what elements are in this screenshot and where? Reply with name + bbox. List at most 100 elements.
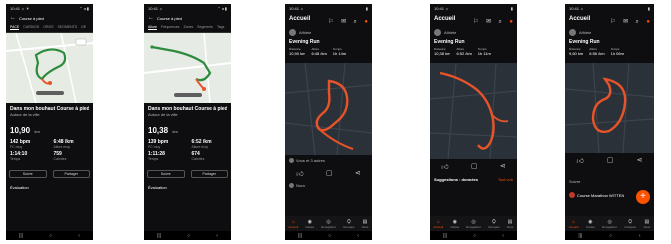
stat-pace: 6:48 /km Allure moy [53,139,74,149]
home-icon[interactable]: ○ [187,233,190,239]
search-icon[interactable]: ⌕ [354,19,357,25]
chat-icon[interactable]: ✉ [486,19,491,25]
activity-title[interactable]: Evening Run [434,39,513,45]
kudos-thumb-icon[interactable]: 👍︎ [441,162,448,171]
tab-tags[interactable]: Tags [217,25,224,30]
tab-strip: Allure Fréquences Zones Segments Tags [144,23,231,33]
section-evaluation: Évaluation [10,185,29,190]
tab-you[interactable]: ▤ Vous [644,219,651,229]
chat-icon[interactable]: ✉ [341,19,346,25]
route-map[interactable] [565,63,654,153]
back-icon[interactable]: ‹ [78,233,80,239]
route-map[interactable] [430,63,517,159]
follow-button[interactable]: Suivre [9,170,47,178]
tab-you[interactable]: ▤ Vous [507,219,514,229]
tab-de[interactable]: DE [81,25,86,30]
kudos-thumb-icon[interactable]: 👍︎ [296,169,303,178]
back-icon[interactable]: ‹ [639,233,641,239]
stat-time: 1h 11m [477,51,491,56]
see-all-link[interactable]: Tout voir [498,177,513,182]
tab-maps[interactable]: ◉ Cartes [586,219,595,229]
home-icon[interactable]: ○ [473,233,476,239]
tab-record[interactable]: ◎ Enregistrer [466,219,481,229]
route-map[interactable] [285,63,372,155]
comment-icon[interactable]: ▢ [471,162,478,171]
share-button[interactable]: Partager [52,170,90,178]
back-icon[interactable]: ‹ [502,233,504,239]
tab-zones[interactable]: Zones [183,25,193,30]
search-icon[interactable]: ⌕ [499,19,502,25]
tab-home[interactable]: ⌂ Accueil [434,219,444,229]
tab-pace[interactable]: PACE [10,25,20,30]
share-icon[interactable]: ⋖ [637,156,643,165]
notifications-icon[interactable]: ● [509,19,513,25]
tab-maps[interactable]: ◉ Cartes [305,219,314,229]
activity-title[interactable]: Evening Run [289,39,368,45]
tab-orgs[interactable]: ORGS [43,25,53,30]
tab-you[interactable]: ▤ Vous [362,219,369,229]
avatar[interactable] [569,29,576,36]
system-nav-bar: ||| ○ ‹ [6,231,93,240]
route-map-svg [430,63,517,159]
avatar[interactable] [289,29,296,36]
tab-segments[interactable]: SEGMENTS [58,25,78,30]
chat-icon[interactable]: ✉ [623,19,628,25]
end-marker [48,81,52,85]
status-icons: ⌃ ◂ ▮ [217,6,227,11]
kudos-text[interactable]: Vous et 3 autres [296,158,325,163]
page-title: Accueil [289,16,311,22]
back-icon[interactable]: ‹ [357,233,359,239]
stat-pace: 6:48 /km [311,51,327,56]
user-name[interactable]: Athlete [579,30,591,35]
route-map[interactable] [144,33,231,103]
status-time: 10:41 ☼ [569,6,584,11]
club-avatar[interactable] [569,192,575,198]
recents-icon[interactable]: ||| [19,233,23,239]
tab-groups[interactable]: ⛭ Groupes [343,219,355,229]
app-header: Accueil ⚐ ✉ ⌕ ● [430,13,517,25]
club-name[interactable]: Course Marathon WITTEN [577,193,624,198]
comment-icon[interactable]: ▢ [326,169,333,178]
tab-maps[interactable]: ◉ Cartes [450,219,459,229]
back-arrow-icon[interactable]: ← [10,15,16,21]
activity-title[interactable]: Evening Run [569,39,650,45]
notifications-icon[interactable]: ● [364,19,368,25]
recents-icon[interactable]: ||| [443,233,447,239]
tab-allure[interactable]: Allure [148,25,157,30]
add-post-button[interactable]: + [636,190,650,204]
tab-home[interactable]: ⌂ Accueil [569,219,579,229]
recents-icon[interactable]: ||| [578,233,582,239]
notifications-icon[interactable]: ● [646,19,650,25]
tab-groups[interactable]: ⛭ Groupes [624,219,636,229]
kudos-thumb-icon[interactable]: 👍︎ [577,156,584,165]
tab-cardios[interactable]: CARDIOS [23,25,39,30]
back-icon[interactable]: ‹ [216,233,218,239]
share-icon[interactable]: ⋖ [500,162,506,171]
avatar[interactable] [434,29,441,36]
comment-icon[interactable]: ▢ [607,156,614,165]
challenges-icon[interactable]: ⚐ [610,19,615,25]
tab-home[interactable]: ⌂ Accueil [289,219,299,229]
back-arrow-icon[interactable]: ← [148,15,154,21]
home-icon[interactable]: ○ [609,233,612,239]
user-name[interactable]: Athlete [444,30,456,35]
tab-groups[interactable]: ⛭ Groupes [488,219,500,229]
share-icon[interactable]: ⋖ [355,169,361,178]
start-marker [150,45,154,49]
recents-icon[interactable]: ||| [157,233,161,239]
challenges-icon[interactable]: ⚐ [473,19,478,25]
user-name[interactable]: Athlete [299,30,311,35]
recents-icon[interactable]: ||| [298,233,302,239]
home-icon[interactable]: ○ [328,233,331,239]
search-icon[interactable]: ⌕ [636,19,639,25]
tab-record[interactable]: ◎ Enregistrer [602,219,617,229]
share-button[interactable]: Partager [190,170,228,178]
header-title: Course à pied [19,15,44,21]
tab-segments[interactable]: Segments [197,25,213,30]
tab-record[interactable]: ◎ Enregistrer [321,219,336,229]
route-map[interactable] [6,33,93,103]
home-icon[interactable]: ○ [49,233,52,239]
follow-button[interactable]: Suivre [147,170,185,178]
challenges-icon[interactable]: ⚐ [328,19,333,25]
tab-frequences[interactable]: Fréquences [161,25,179,30]
